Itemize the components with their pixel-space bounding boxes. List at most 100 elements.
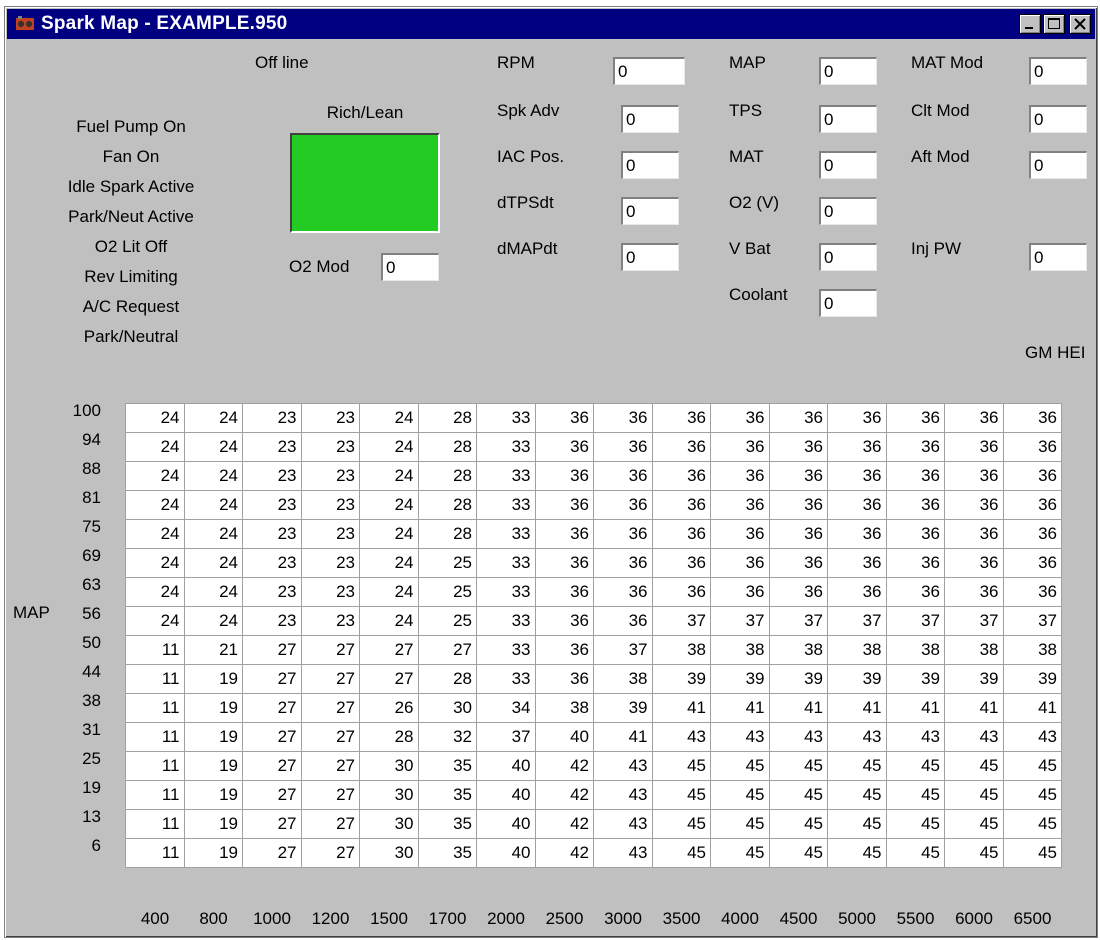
gauge-value-field[interactable]: 0: [1029, 243, 1087, 271]
spark-cell[interactable]: 24: [183, 577, 243, 607]
spark-cell[interactable]: 45: [944, 809, 1004, 839]
spark-cell[interactable]: 37: [651, 606, 711, 636]
spark-cell[interactable]: 42: [534, 751, 594, 781]
spark-cell[interactable]: 24: [125, 519, 185, 549]
spark-cell[interactable]: 24: [125, 403, 185, 433]
spark-cell[interactable]: 36: [768, 461, 828, 491]
spark-cell[interactable]: 45: [768, 838, 828, 868]
spark-cell[interactable]: 36: [651, 432, 711, 462]
spark-cell[interactable]: 27: [242, 664, 302, 694]
spark-cell[interactable]: 36: [593, 606, 653, 636]
spark-cell[interactable]: 23: [242, 432, 302, 462]
spark-cell[interactable]: 24: [359, 548, 419, 578]
spark-cell[interactable]: 27: [300, 722, 360, 752]
spark-cell[interactable]: 37: [944, 606, 1004, 636]
spark-cell[interactable]: 39: [885, 664, 945, 694]
spark-cell[interactable]: 36: [1002, 403, 1062, 433]
spark-cell[interactable]: 40: [476, 838, 536, 868]
spark-cell[interactable]: 23: [242, 461, 302, 491]
spark-cell[interactable]: 36: [534, 664, 594, 694]
spark-cell[interactable]: 41: [944, 693, 1004, 723]
spark-cell[interactable]: 38: [827, 635, 887, 665]
spark-cell[interactable]: 35: [417, 838, 477, 868]
spark-cell[interactable]: 42: [534, 780, 594, 810]
spark-cell[interactable]: 28: [417, 664, 477, 694]
spark-cell[interactable]: 45: [827, 838, 887, 868]
spark-cell[interactable]: 43: [827, 722, 887, 752]
spark-cell[interactable]: 45: [710, 809, 770, 839]
spark-cell[interactable]: 45: [651, 751, 711, 781]
spark-cell[interactable]: 38: [944, 635, 1004, 665]
spark-cell[interactable]: 33: [476, 664, 536, 694]
spark-cell[interactable]: 36: [710, 577, 770, 607]
spark-cell[interactable]: 23: [300, 548, 360, 578]
spark-cell[interactable]: 40: [534, 722, 594, 752]
spark-cell[interactable]: 36: [885, 548, 945, 578]
spark-cell[interactable]: 45: [944, 838, 1004, 868]
spark-cell[interactable]: 36: [1002, 548, 1062, 578]
spark-cell[interactable]: 32: [417, 722, 477, 752]
spark-cell[interactable]: 41: [593, 722, 653, 752]
spark-cell[interactable]: 30: [359, 838, 419, 868]
spark-cell[interactable]: 23: [300, 432, 360, 462]
spark-cell[interactable]: 36: [885, 519, 945, 549]
gauge-value-field[interactable]: 0: [1029, 151, 1087, 179]
spark-cell[interactable]: 24: [359, 432, 419, 462]
gauge-value-field[interactable]: 0: [1029, 57, 1087, 85]
spark-cell[interactable]: 36: [768, 577, 828, 607]
spark-cell[interactable]: 28: [417, 519, 477, 549]
gauge-value-field[interactable]: 0: [621, 197, 679, 225]
spark-cell[interactable]: 36: [534, 548, 594, 578]
spark-cell[interactable]: 19: [183, 780, 243, 810]
spark-cell[interactable]: 19: [183, 693, 243, 723]
spark-cell[interactable]: 36: [827, 461, 887, 491]
spark-cell[interactable]: 36: [651, 577, 711, 607]
gauge-value-field[interactable]: 0: [621, 151, 679, 179]
spark-cell[interactable]: 23: [300, 490, 360, 520]
spark-cell[interactable]: 11: [125, 780, 185, 810]
spark-cell[interactable]: 36: [944, 519, 1004, 549]
spark-cell[interactable]: 36: [768, 519, 828, 549]
spark-cell[interactable]: 36: [710, 403, 770, 433]
spark-cell[interactable]: 25: [417, 577, 477, 607]
spark-cell[interactable]: 33: [476, 490, 536, 520]
spark-cell[interactable]: 26: [359, 693, 419, 723]
spark-cell[interactable]: 30: [359, 751, 419, 781]
spark-cell[interactable]: 36: [1002, 577, 1062, 607]
spark-cell[interactable]: 36: [768, 548, 828, 578]
spark-cell[interactable]: 35: [417, 751, 477, 781]
spark-cell[interactable]: 11: [125, 838, 185, 868]
spark-cell[interactable]: 36: [1002, 432, 1062, 462]
spark-cell[interactable]: 27: [300, 693, 360, 723]
spark-cell[interactable]: 36: [944, 577, 1004, 607]
spark-cell[interactable]: 27: [242, 635, 302, 665]
spark-cell[interactable]: 30: [359, 809, 419, 839]
spark-cell[interactable]: 28: [417, 432, 477, 462]
spark-cell[interactable]: 27: [242, 780, 302, 810]
spark-cell[interactable]: 45: [710, 838, 770, 868]
spark-cell[interactable]: 36: [827, 403, 887, 433]
title-bar[interactable]: Spark Map - EXAMPLE.950: [7, 9, 1095, 39]
spark-cell[interactable]: 45: [827, 751, 887, 781]
spark-cell[interactable]: 45: [651, 809, 711, 839]
spark-cell[interactable]: 11: [125, 635, 185, 665]
spark-cell[interactable]: 43: [593, 809, 653, 839]
spark-cell[interactable]: 45: [651, 780, 711, 810]
spark-cell[interactable]: 36: [768, 432, 828, 462]
spark-cell[interactable]: 24: [183, 606, 243, 636]
spark-cell[interactable]: 45: [710, 751, 770, 781]
spark-cell[interactable]: 23: [300, 403, 360, 433]
spark-cell[interactable]: 33: [476, 519, 536, 549]
spark-cell[interactable]: 36: [827, 548, 887, 578]
spark-cell[interactable]: 36: [827, 490, 887, 520]
spark-cell[interactable]: 23: [300, 606, 360, 636]
gauge-value-field[interactable]: 0: [613, 57, 685, 85]
close-button[interactable]: [1069, 14, 1091, 34]
spark-cell[interactable]: 24: [125, 548, 185, 578]
spark-cell[interactable]: 36: [534, 606, 594, 636]
gauge-value-field[interactable]: 0: [621, 243, 679, 271]
spark-cell[interactable]: 33: [476, 635, 536, 665]
spark-cell[interactable]: 36: [885, 577, 945, 607]
spark-cell[interactable]: 28: [417, 490, 477, 520]
spark-cell[interactable]: 36: [593, 577, 653, 607]
